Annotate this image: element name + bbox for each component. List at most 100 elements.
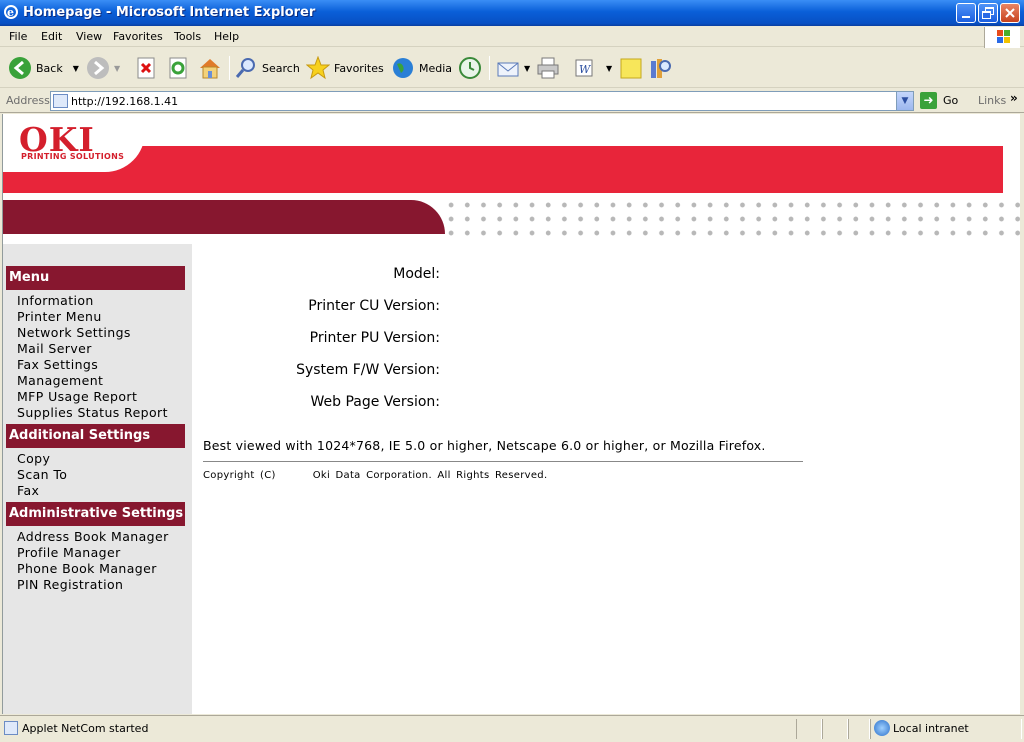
discuss-button[interactable] [619,54,647,82]
address-bar: Address http://192.168.1.41 ▼ ➜ Go Links… [0,89,1024,113]
internet-explorer-icon: e [4,5,18,19]
close-button[interactable] [1000,3,1020,23]
menu-favorites[interactable]: Favorites [113,30,163,43]
logo-tagline: PRINTING SOLUTIONS [21,152,125,161]
search-button[interactable]: Search [234,54,300,82]
go-label: Go [943,94,959,107]
menu-item-scan-to[interactable]: Scan To [17,467,67,482]
menu-item-mfp-usage-report[interactable]: MFP Usage Report [17,389,137,404]
media-label: Media [419,61,453,75]
status-pane [796,719,822,739]
menu-file[interactable]: File [9,30,27,43]
menu-item-fax-settings[interactable]: Fax Settings [17,357,98,372]
menu-item-address-book-manager[interactable]: Address Book Manager [17,529,169,544]
restore-button[interactable] [978,3,998,23]
refresh-button[interactable] [166,54,194,82]
research-books-icon [651,59,671,78]
chevron-down-icon[interactable]: ▼ [114,64,120,73]
address-dropdown-icon[interactable]: ▼ [896,92,913,110]
section-header-administrative-settings: Administrative Settings [6,502,185,526]
menu-item-phone-book-manager[interactable]: Phone Book Manager [17,561,157,576]
edit-button[interactable]: W ▼ [572,54,612,82]
history-button[interactable] [458,54,486,82]
minimize-button[interactable] [956,3,976,23]
refresh-icon [169,57,187,79]
back-label: Back [36,61,63,75]
section-header-additional-settings: Additional Settings [6,424,185,448]
history-icon [459,57,481,79]
links-label[interactable]: Links [978,94,1006,107]
copyright-text: Copyright (C) Oki Data Corporation. All … [203,470,547,481]
intranet-globe-icon [874,720,890,736]
menu-item-management[interactable]: Management [17,373,103,388]
window-right-edge [1020,114,1024,714]
print-button[interactable] [536,54,564,82]
status-text: Applet NetCom started [22,722,149,735]
chevron-down-icon[interactable]: ▼ [524,64,530,73]
menu-item-profile-manager[interactable]: Profile Manager [17,545,121,560]
menu-item-pin-registration[interactable]: PIN Registration [17,577,123,592]
page-header: OKI PRINTING SOLUTIONS [3,114,1020,244]
field-label-web-page-version: Web Page Version: [310,394,440,410]
links-chevron-icon[interactable]: » [1010,91,1018,105]
research-button[interactable] [648,54,676,82]
favorites-label: Favorites [334,61,384,75]
page-status-icon [4,721,18,735]
window-title: Homepage - Microsoft Internet Explorer [23,5,316,20]
browser-window: e Homepage - Microsoft Internet Explorer… [0,0,1024,742]
svg-text:e: e [7,6,14,19]
favorites-button[interactable]: Favorites [306,54,384,82]
sidebar-menu: Menu Information Printer Menu Network Se… [3,244,192,714]
menu-item-information[interactable]: Information [17,293,94,308]
windows-flag-icon [997,30,1010,43]
forward-arrow-icon [87,57,109,79]
address-input[interactable]: http://192.168.1.41 ▼ [50,91,914,111]
menu-item-supplies-status-report[interactable]: Supplies Status Report [17,405,168,420]
field-label-printer-pu-version: Printer PU Version: [309,330,440,346]
word-icon: W [575,59,593,77]
forward-button[interactable]: ▼ [86,54,120,82]
home-icon [200,59,220,79]
menu-item-mail-server[interactable]: Mail Server [17,341,92,356]
page-icon [53,94,68,108]
toolbar-separator [489,56,490,80]
menu-bar: File Edit View Favorites Tools Help [0,26,1024,47]
address-url[interactable]: http://192.168.1.41 [71,95,178,108]
back-arrow-icon [9,57,31,79]
header-red-band [3,146,1003,193]
home-button[interactable] [198,54,226,82]
menu-tools[interactable]: Tools [174,30,201,43]
media-button[interactable]: Media [391,54,452,82]
menu-item-copy[interactable]: Copy [17,451,50,466]
printer-icon [537,57,559,79]
stop-icon [137,57,155,79]
mail-icon [497,62,519,77]
toolbar-separator [229,56,230,80]
mail-button[interactable]: ▼ [496,54,530,82]
header-maroon-band [3,200,445,234]
field-label-printer-cu-version: Printer CU Version: [308,298,440,314]
field-label-model: Model: [393,266,440,282]
chevron-down-icon[interactable]: ▼ [73,64,79,73]
go-button[interactable]: ➜ Go [920,92,958,109]
windows-logo [984,27,1020,49]
copyright-owner: Oki Data Corporation. All Rights Reserve… [312,470,548,481]
search-icon [235,58,255,78]
status-pane [822,719,848,739]
svg-text:W: W [579,63,592,76]
go-arrow-icon: ➜ [920,92,937,109]
chevron-down-icon[interactable]: ▼ [606,64,612,73]
menu-item-printer-menu[interactable]: Printer Menu [17,309,102,324]
close-icon [1005,8,1015,18]
search-label: Search [262,61,300,75]
menu-help[interactable]: Help [214,30,239,43]
stop-button[interactable] [134,54,162,82]
back-button[interactable]: Back ▼ [8,54,79,82]
menu-view[interactable]: View [76,30,102,43]
menu-edit[interactable]: Edit [41,30,62,43]
toolbar: Back ▼ ▼ Search Favorites Media ▼ W ▼ [0,48,1024,88]
menu-item-fax[interactable]: Fax [17,483,39,498]
menu-item-network-settings[interactable]: Network Settings [17,325,131,340]
star-icon [306,56,330,80]
security-zone: Local intranet [893,722,969,735]
